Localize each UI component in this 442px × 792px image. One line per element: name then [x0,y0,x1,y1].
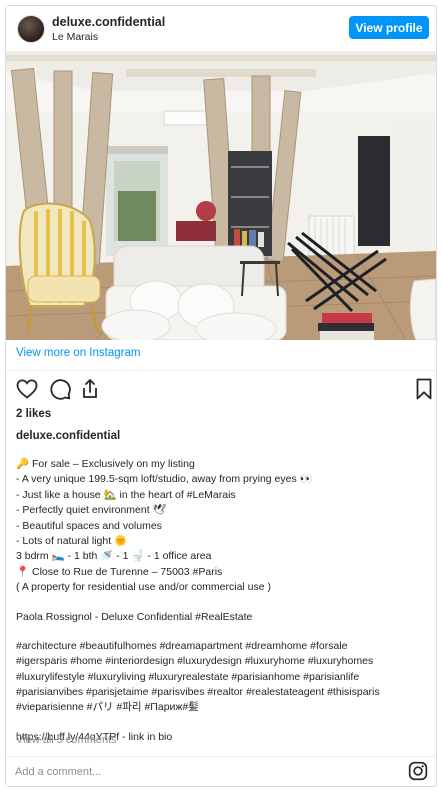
view-profile-button[interactable]: View profile [349,16,429,39]
hashtags-line[interactable]: #igersparis #home #interiordesign #luxur… [16,654,431,669]
view-all-comments-link[interactable]: View all 5 comments [16,734,117,746]
post-caption: 🔑 For sale – Exclusively on my listing -… [16,457,431,745]
hashtags-line[interactable]: #vieparisienne #パリ #파리 #Париж#髪 [16,700,431,715]
divider [6,370,436,371]
avatar[interactable] [17,15,45,43]
caption-line: - Just like a house 🏡 in the heart of #L… [16,488,236,501]
share-icon[interactable] [78,377,102,401]
caption-line: 3 bdrm 🛌 - 1 bth 🚿 - 1 🚽 - 1 office area [16,550,212,563]
bookmark-icon[interactable] [412,377,436,401]
view-more-on-instagram-link[interactable]: View more on Instagram [16,347,140,359]
likes-count[interactable]: 2 likes [16,408,51,420]
instagram-icon[interactable] [408,761,428,781]
hashtags-line[interactable]: #luxurylifestyle #luxuryliving #luxuryre… [16,670,431,685]
comment-icon[interactable] [48,377,72,401]
username[interactable]: deluxe.confidential [52,15,165,29]
instagram-embed-card: deluxe.confidential Le Marais View profi… [5,5,437,787]
post-header: deluxe.confidential Le Marais View profi… [6,6,436,50]
add-comment-input[interactable] [15,763,395,781]
caption-line: ( A property for residential use and/or … [16,581,272,594]
caption-line: Paola Rossignol - Deluxe Confidential #R… [16,610,253,623]
caption-line: - Beautiful spaces and volumes [16,519,162,532]
loft-photo-illustration [6,51,436,340]
caption-line: - Perfectly quiet environment 🕊 [16,504,166,517]
post-image[interactable] [6,51,436,340]
hashtags-line[interactable]: #parisianvibes #parisjetaime #parisvibes… [16,685,431,700]
caption-line: - A very unique 199.5-sqm loft/studio, a… [16,473,313,486]
caption-line: - Lots of natural light 🌞 [16,534,128,547]
hashtags-line[interactable]: #architecture #beautifulhomes #dreamapar… [16,639,431,654]
divider [6,756,436,757]
caption-line: 📍 Close to Rue de Turenne – 75003 #Paris [16,565,223,578]
caption-author[interactable]: deluxe.confidential [16,430,120,442]
location-label[interactable]: Le Marais [52,31,98,43]
caption-line: 🔑 For sale – Exclusively on my listing [16,458,195,470]
heart-icon[interactable] [15,377,39,401]
